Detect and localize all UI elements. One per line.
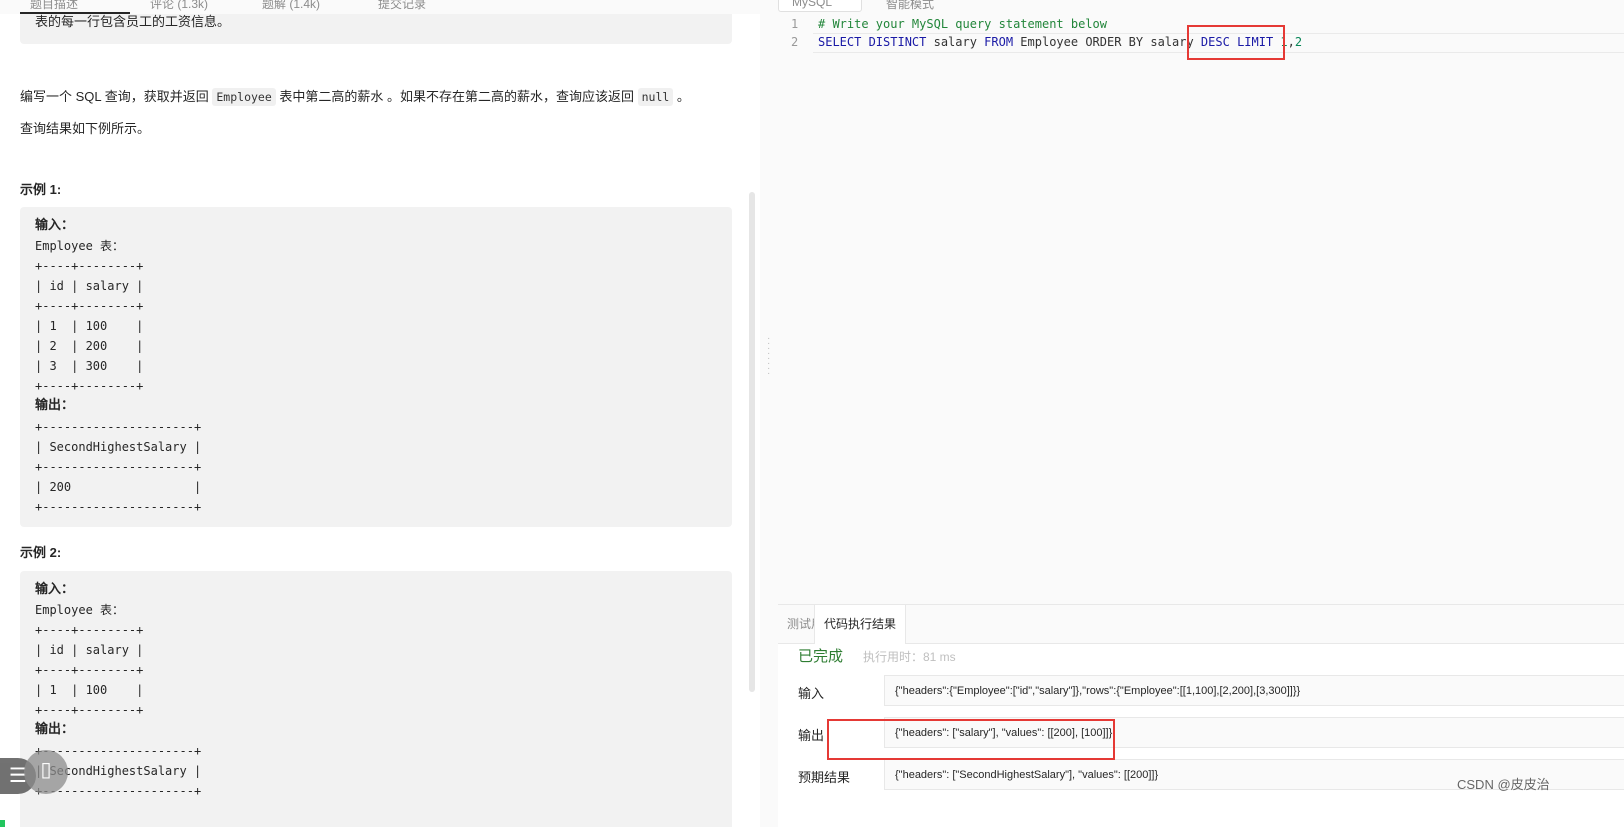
example-1-output-line: +---------------------+ [35, 500, 202, 514]
language-label: MySQL [792, 0, 833, 9]
statement-suffix: 。 [673, 89, 690, 104]
statement-prefix: 编写一个 SQL 查询，获取并返回 [20, 89, 213, 104]
editor-toolbar: MySQL 智能模式 [778, 0, 1624, 14]
code-editor[interactable]: 1 2 # Write your MySQL query statement b… [778, 14, 1624, 604]
code-number: 2 [1294, 35, 1303, 49]
result-tab-bar: 测试用例 代码执行结果 [778, 605, 1624, 644]
drag-handle-icon[interactable]: · · · · · · · · [767, 334, 770, 379]
example-2-table-line: +----+--------+ [35, 663, 144, 677]
example-2-table-label: Employee 表： [35, 603, 125, 617]
output-highlight-box [827, 719, 1115, 760]
left-panel-scrollbar[interactable] [749, 192, 755, 692]
status-indicator [0, 820, 5, 827]
input-label: 输入 [798, 686, 825, 701]
kw-select-distinct: SELECT DISTINCT [818, 35, 927, 49]
example-1-table-line: +----+--------+ [35, 379, 144, 393]
code-token: salary [926, 35, 985, 49]
example-1-table-line: | 2 | 200 | [35, 339, 144, 353]
example-1-output-line: | SecondHighestSalary | [35, 440, 202, 454]
inline-code-employee: Employee [212, 88, 276, 106]
tab-submissions[interactable]: 提交记录 [378, 0, 426, 12]
execution-time: 执行用时：81 ms [863, 650, 956, 664]
status-text: 已完成 [798, 648, 844, 665]
example-1-output-line: +---------------------+ [35, 420, 202, 434]
line-number: 1 [791, 17, 799, 31]
code-token: Employee ORDER BY salary [1013, 35, 1201, 49]
example-1-output-line: +---------------------+ [35, 460, 202, 474]
problem-description-panel: 表的每一行包含员工的工资信息。 编写一个 SQL 查询，获取并返回 Employ… [0, 14, 760, 827]
example-2-table-line: +----+--------+ [35, 703, 144, 717]
output-label: 输出 [798, 728, 825, 743]
tab-comments[interactable]: 评论 (1.3k) [150, 0, 208, 12]
example-1-table-label: Employee 表： [35, 239, 125, 253]
tab-execution-result[interactable]: 代码执行结果 [814, 605, 907, 644]
example-2-block: 输入： Employee 表： +----+--------+ | id | s… [20, 571, 732, 827]
example-1-output-line: | 200 | [35, 480, 202, 494]
example-2-title: 示例 2: [20, 545, 62, 560]
line-number: 2 [791, 35, 799, 49]
problem-statement: 编写一个 SQL 查询，获取并返回 Employee 表中第二高的薪水 。如果不… [20, 86, 690, 106]
result-panel: 测试用例 代码执行结果 已完成 执行用时：81 ms 输入 {"headers"… [778, 604, 1624, 828]
example-1-input-label: 输入： [35, 217, 75, 232]
example-1-table-line: +----+--------+ [35, 299, 144, 313]
example-1-table-line: +----+--------+ [35, 259, 144, 273]
example-2-input-label: 输入： [35, 581, 75, 596]
example-1-table-line: | 3 | 300 | [35, 359, 144, 373]
example-1-title: 示例 1: [20, 182, 62, 197]
code-line-1[interactable]: # Write your MySQL query statement below [818, 17, 1107, 31]
statement-middle: 表中第二高的薪水 。如果不存在第二高的薪水，查询应该返回 [275, 89, 638, 104]
example-1-output-label: 输出： [35, 397, 75, 412]
code-token: , [1287, 35, 1295, 49]
watermark: CSDN @皮皮治 [1457, 777, 1550, 792]
limit-highlight-box [1187, 25, 1285, 60]
result-format-note: 查询结果如下例所示。 [20, 121, 151, 136]
example-2-table-line: | 1 | 100 | [35, 683, 144, 697]
tab-description[interactable]: 题目描述 [30, 0, 78, 12]
example-2-output-label: 输出： [35, 721, 75, 736]
tab-solutions[interactable]: 题解 (1.4k) [262, 0, 320, 12]
smart-mode-toggle[interactable]: 智能模式 [886, 0, 934, 12]
panel-splitter[interactable]: · · · · · · · · [760, 0, 778, 827]
kw-from: FROM [984, 35, 1014, 49]
book-icon[interactable]: ▯ [24, 750, 68, 794]
note-text: 表的每一行包含员工的工资信息。 [35, 14, 231, 29]
inline-code-null: null [637, 88, 674, 106]
expected-label: 预期结果 [798, 770, 851, 785]
input-value: {"headers":{"Employee":["id","salary"]},… [884, 675, 1624, 706]
example-2-table-line: | id | salary | [35, 643, 144, 657]
example-1-block: 输入： Employee 表： +----+--------+ | id | s… [20, 207, 732, 527]
example-1-table-line: | id | salary | [35, 279, 144, 293]
problem-tab-bar: 题目描述 评论 (1.3k) 题解 (1.4k) 提交记录 [0, 0, 760, 14]
example-2-table-line: +----+--------+ [35, 623, 144, 637]
example-1-table-line: | 1 | 100 | [35, 319, 144, 333]
